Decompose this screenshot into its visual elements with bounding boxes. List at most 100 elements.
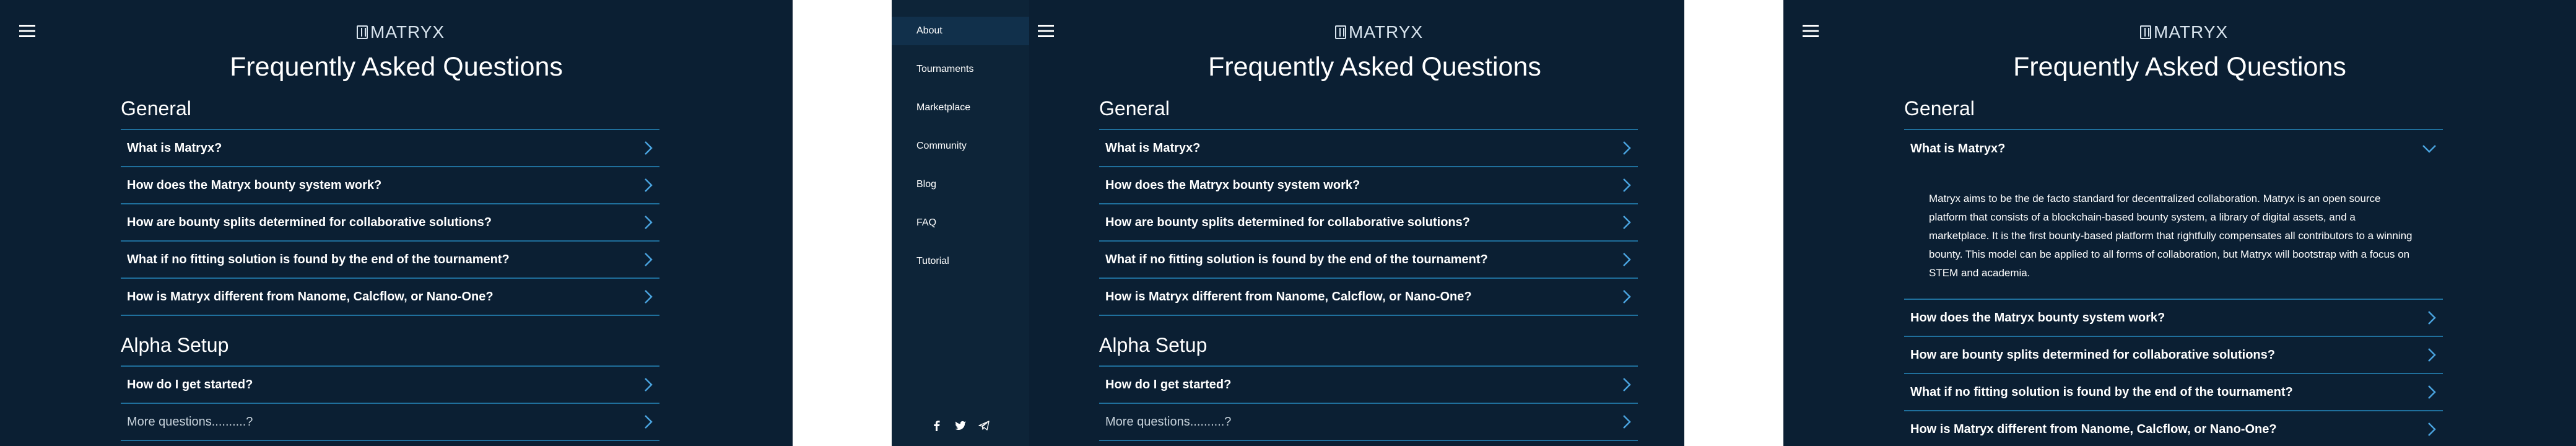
matryx-logo[interactable]: MATRYX (2140, 22, 2228, 42)
faq-question[interactable]: What if no fitting solution is found by … (121, 242, 659, 279)
section-title-alpha-setup: Alpha Setup (121, 334, 229, 356)
chevron-right-icon (1623, 253, 1631, 266)
question-text: More questions..........? (1105, 414, 1232, 429)
nav-item-tournaments[interactable]: Tournaments (892, 55, 1029, 84)
question-text: More questions..........? (127, 414, 253, 429)
chevron-right-icon (2428, 422, 2436, 436)
question-text: How are bounty splits determined for col… (1910, 348, 2275, 362)
logo-text: MATRYX (1349, 22, 1424, 42)
chevron-right-icon (2428, 348, 2436, 362)
faq-question[interactable]: How are bounty splits determined for col… (121, 204, 659, 242)
faq-question[interactable]: More questions..........? (1099, 404, 1638, 441)
faq-question[interactable]: How do I get started? (121, 367, 659, 404)
chevron-right-icon (645, 290, 653, 304)
faq-question[interactable]: How are bounty splits determined for col… (1904, 337, 2443, 374)
chevron-down-icon (2422, 145, 2436, 153)
chevron-right-icon (1623, 216, 1631, 229)
chevron-right-icon (645, 216, 653, 229)
logo-text: MATRYX (370, 22, 445, 42)
question-text: How are bounty splits determined for col… (1105, 215, 1470, 229)
faq-content: General What is Matryx? Matryx aims to b… (1904, 94, 2443, 446)
matryx-logo-icon (357, 25, 368, 39)
matryx-logo[interactable]: MATRYX (1335, 22, 1423, 42)
faq-question-expanded[interactable]: What is Matryx? (1904, 130, 2443, 167)
general-question-list: What is Matryx? How does the Matryx boun… (121, 129, 659, 316)
nav-item-faq[interactable]: FAQ (892, 209, 1029, 237)
alpha-question-list: How do I get started? More questions....… (1099, 365, 1638, 441)
question-text: What is Matryx? (1910, 141, 2006, 155)
question-text: How are bounty splits determined for col… (127, 215, 492, 229)
faq-question[interactable]: How do I get started? (1099, 367, 1638, 404)
faq-content: General What is Matryx? How does the Mat… (1099, 94, 1638, 441)
chevron-right-icon (645, 415, 653, 429)
faq-screen-1: MATRYX Frequently Asked Questions Genera… (0, 0, 793, 446)
chevron-right-icon (645, 378, 653, 391)
question-text: How is Matryx different from Nanome, Cal… (127, 289, 494, 304)
hamburger-menu-icon[interactable] (19, 24, 35, 38)
chevron-right-icon (645, 178, 653, 192)
question-text: How is Matryx different from Nanome, Cal… (1910, 422, 2277, 436)
question-text: What if no fitting solution is found by … (1910, 385, 2293, 399)
faq-screen-2: About Tournaments Marketplace Community … (892, 0, 1684, 446)
page-title: Frequently Asked Questions (2013, 52, 2346, 82)
facebook-icon[interactable] (930, 419, 944, 432)
question-text: How is Matryx different from Nanome, Cal… (1105, 289, 1472, 304)
chevron-right-icon (1623, 415, 1631, 429)
matryx-logo-icon (1335, 25, 1346, 39)
general-question-list: What is Matryx? Matryx aims to be the de… (1904, 129, 2443, 446)
question-text: What is Matryx? (1105, 141, 1201, 155)
faq-question[interactable]: How is Matryx different from Nanome, Cal… (1099, 279, 1638, 316)
section-title-alpha-setup: Alpha Setup (1099, 334, 1208, 356)
page-title: Frequently Asked Questions (230, 52, 563, 82)
telegram-icon[interactable] (977, 419, 991, 432)
alpha-question-list: How do I get started? More questions....… (121, 365, 659, 441)
page-title: Frequently Asked Questions (1208, 52, 1541, 82)
question-text: What is Matryx? (127, 141, 222, 155)
hamburger-menu-icon[interactable] (1038, 24, 1054, 38)
nav-item-tutorial[interactable]: Tutorial (892, 247, 1029, 276)
question-text: How does the Matryx bounty system work? (127, 178, 382, 192)
logo-text: MATRYX (2154, 22, 2229, 42)
faq-question[interactable]: How is Matryx different from Nanome, Cal… (1904, 411, 2443, 446)
section-title-general: General (1904, 97, 1975, 120)
question-text: How does the Matryx bounty system work? (1105, 178, 1360, 192)
chevron-right-icon (2428, 311, 2436, 325)
nav-item-about[interactable]: About (892, 17, 1029, 45)
nav-item-marketplace[interactable]: Marketplace (892, 94, 1029, 122)
question-text: How do I get started? (1105, 377, 1232, 391)
faq-question[interactable]: How does the Matryx bounty system work? (121, 167, 659, 204)
section-title-general: General (1099, 97, 1170, 120)
side-navigation: About Tournaments Marketplace Community … (892, 0, 1029, 446)
faq-question[interactable]: What if no fitting solution is found by … (1904, 374, 2443, 411)
section-title-general: General (121, 97, 191, 120)
chevron-right-icon (645, 253, 653, 266)
faq-question[interactable]: How is Matryx different from Nanome, Cal… (121, 279, 659, 316)
faq-screen-3: MATRYX Frequently Asked Questions Genera… (1783, 0, 2576, 446)
question-text: What if no fitting solution is found by … (1105, 252, 1488, 266)
faq-question[interactable]: How does the Matryx bounty system work? (1099, 167, 1638, 204)
faq-question[interactable]: What is Matryx? (1099, 130, 1638, 167)
faq-question[interactable]: What is Matryx? (121, 130, 659, 167)
chevron-right-icon (1623, 178, 1631, 192)
chevron-right-icon (1623, 141, 1631, 155)
matryx-logo[interactable]: MATRYX (357, 22, 445, 42)
faq-question[interactable]: How does the Matryx bounty system work? (1904, 300, 2443, 337)
question-text: How does the Matryx bounty system work? (1910, 310, 2165, 325)
faq-question[interactable]: What if no fitting solution is found by … (1099, 242, 1638, 279)
chevron-right-icon (2428, 385, 2436, 399)
faq-content: General What is Matryx? How does the Mat… (121, 94, 659, 441)
chevron-right-icon (1623, 378, 1631, 391)
faq-answer: Matryx aims to be the de facto standard … (1904, 167, 2443, 300)
general-question-list: What is Matryx? How does the Matryx boun… (1099, 129, 1638, 316)
nav-item-blog[interactable]: Blog (892, 170, 1029, 199)
matryx-logo-icon (2140, 25, 2151, 39)
faq-question[interactable]: How are bounty splits determined for col… (1099, 204, 1638, 242)
chevron-right-icon (645, 141, 653, 155)
question-text: What if no fitting solution is found by … (127, 252, 510, 266)
twitter-icon[interactable] (954, 419, 967, 432)
faq-question[interactable]: More questions..........? (121, 404, 659, 441)
nav-item-community[interactable]: Community (892, 132, 1029, 160)
chevron-right-icon (1623, 290, 1631, 304)
question-text: How do I get started? (127, 377, 253, 391)
hamburger-menu-icon[interactable] (1803, 24, 1819, 38)
